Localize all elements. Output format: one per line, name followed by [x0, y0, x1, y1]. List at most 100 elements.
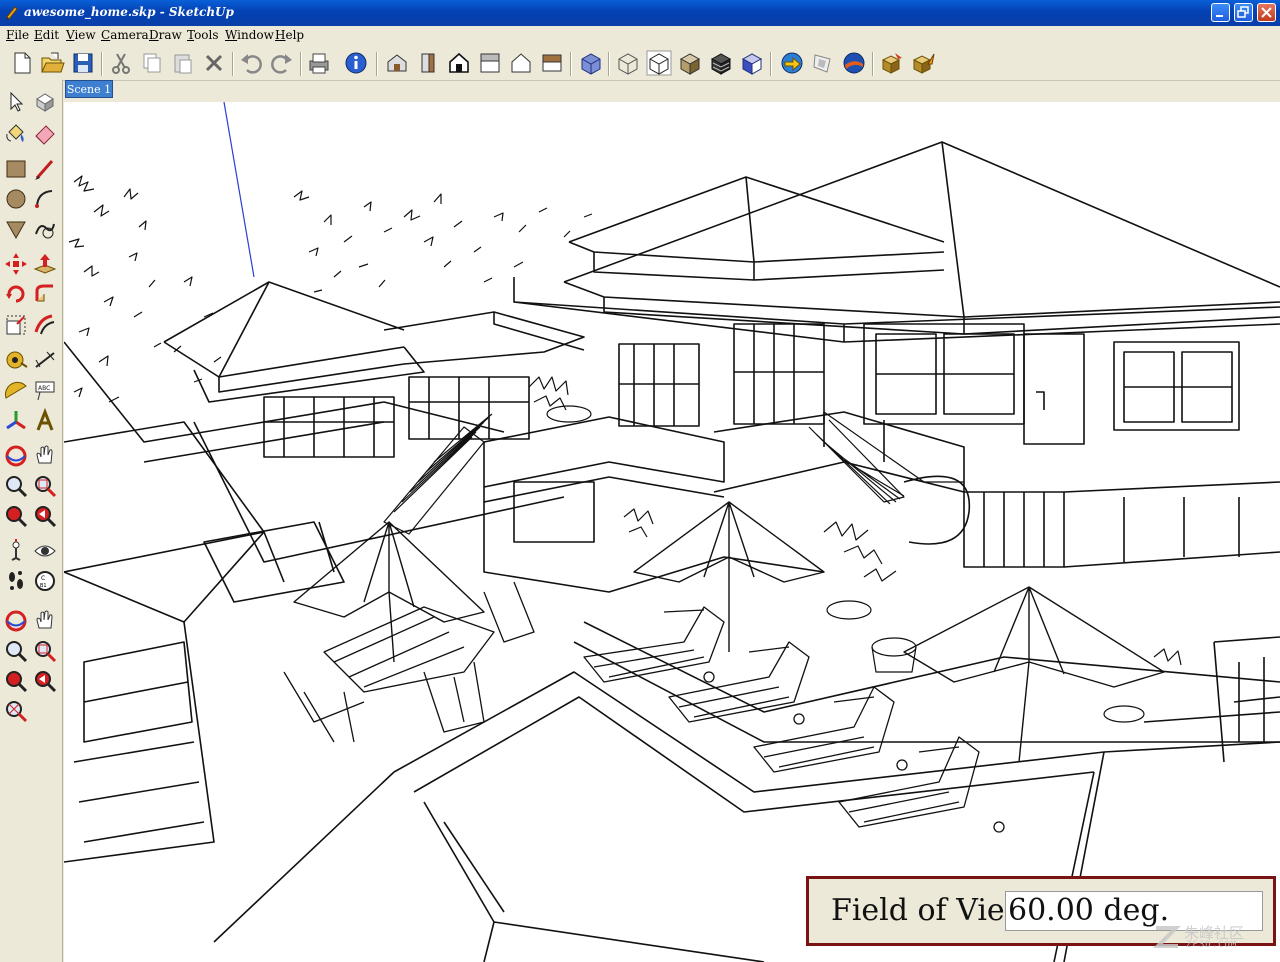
push-pull-icon[interactable] — [32, 251, 58, 277]
zoom-icon[interactable] — [3, 473, 29, 499]
right-view-icon[interactable] — [477, 50, 503, 76]
menu-window[interactable]: Window — [225, 28, 274, 42]
make-component-icon[interactable] — [32, 89, 58, 115]
vcb-label: Field of View — [831, 893, 1031, 928]
restore-icon[interactable] — [1234, 3, 1253, 22]
toolbar-separator — [232, 52, 234, 76]
copy-icon[interactable] — [139, 50, 165, 76]
freehand-icon[interactable] — [32, 216, 58, 242]
paint-bucket-icon[interactable] — [3, 120, 29, 146]
minimize-icon[interactable] — [1211, 3, 1230, 22]
arc-icon[interactable] — [32, 186, 58, 212]
scene-tab-1[interactable]: Scene 1 — [65, 80, 113, 98]
open-icon[interactable] — [39, 50, 65, 76]
back-view-icon[interactable] — [508, 50, 534, 76]
save-icon[interactable] — [70, 50, 96, 76]
hidden-line-icon[interactable] — [646, 50, 672, 76]
rotate-icon[interactable] — [3, 281, 29, 307]
offset-icon[interactable] — [32, 312, 58, 338]
position-camera-icon[interactable] — [3, 538, 29, 564]
drawing-viewport[interactable] — [64, 102, 1280, 962]
new-icon[interactable] — [9, 50, 35, 76]
window-title: awesome_home.skp - SketchUp — [24, 5, 234, 19]
3d-text-icon[interactable] — [32, 408, 58, 434]
model-line-drawing — [64, 102, 1280, 962]
svg-text:C: C — [41, 575, 45, 582]
menu-file[interactable]: File — [6, 28, 29, 42]
look-around-icon[interactable] — [32, 538, 58, 564]
erase-icon[interactable] — [201, 50, 227, 76]
redo-icon[interactable] — [269, 50, 295, 76]
share-model-icon[interactable] — [810, 50, 836, 76]
text-icon[interactable]: ABC — [32, 378, 58, 404]
tape-measure-icon[interactable] — [3, 347, 29, 373]
zoom-window-icon[interactable] — [32, 473, 58, 499]
wireframe-icon[interactable] — [615, 50, 641, 76]
menu-view[interactable]: View — [66, 28, 96, 42]
shaded-textures-icon[interactable] — [708, 50, 734, 76]
close-icon[interactable] — [1257, 3, 1276, 22]
menu-edit[interactable]: Edit — [34, 28, 59, 42]
menu-camera[interactable]: Camera — [101, 28, 149, 42]
top-view-icon[interactable] — [415, 50, 441, 76]
toolbar-separator — [872, 52, 874, 76]
toolbar-separator — [570, 52, 572, 76]
main-toolbar — [0, 46, 1280, 81]
orbit-icon[interactable] — [3, 443, 29, 469]
google-earth-icon[interactable] — [841, 50, 867, 76]
zoom-extents-icon[interactable] — [3, 698, 29, 724]
select-icon[interactable] — [3, 89, 29, 115]
svg-text:B1: B1 — [40, 583, 47, 589]
protractor-icon[interactable] — [3, 378, 29, 404]
pan-icon[interactable] — [32, 608, 58, 634]
xray-icon[interactable] — [578, 50, 604, 76]
front-view-icon[interactable] — [446, 50, 472, 76]
get-models-icon[interactable] — [779, 50, 805, 76]
iso-view-icon[interactable] — [384, 50, 410, 76]
svg-text:ABC: ABC — [38, 385, 50, 392]
components-icon[interactable] — [879, 50, 905, 76]
menu-draw[interactable]: Draw — [149, 28, 182, 42]
print-icon[interactable] — [306, 50, 332, 76]
watermark-logo-icon — [1153, 926, 1181, 948]
section-plane-icon[interactable]: CB1 — [32, 568, 58, 594]
menu-bar: File Edit View Camera Draw Tools Window … — [0, 26, 1280, 46]
rectangle-icon[interactable] — [3, 156, 29, 182]
monochrome-icon[interactable] — [739, 50, 765, 76]
axes-icon[interactable] — [3, 408, 29, 434]
scale-icon[interactable] — [3, 312, 29, 338]
left-view-icon[interactable] — [539, 50, 565, 76]
toolbar-separator — [101, 52, 103, 76]
title-bar: awesome_home.skp - SketchUp — [0, 0, 1280, 26]
cut-icon[interactable] — [108, 50, 134, 76]
toolbar-separator — [300, 52, 302, 76]
polygon-icon[interactable] — [3, 216, 29, 242]
move-icon[interactable] — [3, 251, 29, 277]
dimension-icon[interactable] — [32, 347, 58, 373]
zoom-extents-icon[interactable] — [3, 503, 29, 529]
share-component-icon[interactable] — [910, 50, 936, 76]
circle-icon[interactable] — [3, 186, 29, 212]
orbit-icon[interactable] — [3, 608, 29, 634]
toolbar-separator — [770, 52, 772, 76]
previous-view-icon[interactable] — [32, 503, 58, 529]
shaded-icon[interactable] — [677, 50, 703, 76]
menu-tools[interactable]: Tools — [187, 28, 219, 42]
line-icon[interactable] — [32, 156, 58, 182]
zoom-window-icon[interactable] — [32, 638, 58, 664]
menu-help[interactable]: Help — [275, 28, 304, 42]
follow-me-icon[interactable] — [32, 281, 58, 307]
watermark-subtext: ZF3D.COM — [1186, 940, 1238, 950]
walk-icon[interactable] — [3, 568, 29, 594]
zoom-icon[interactable] — [3, 638, 29, 664]
sketchup-pencil-icon — [6, 6, 18, 20]
eraser-icon[interactable] — [32, 120, 58, 146]
zoom-extents-icon[interactable] — [3, 668, 29, 694]
tool-palette: ABC C B1 — [0, 80, 63, 962]
previous-view-icon[interactable] — [32, 668, 58, 694]
paste-icon[interactable] — [170, 50, 196, 76]
undo-icon[interactable] — [238, 50, 264, 76]
pan-icon[interactable] — [32, 443, 58, 469]
toolbar-separator — [608, 52, 610, 76]
model-info-icon[interactable] — [343, 50, 369, 76]
